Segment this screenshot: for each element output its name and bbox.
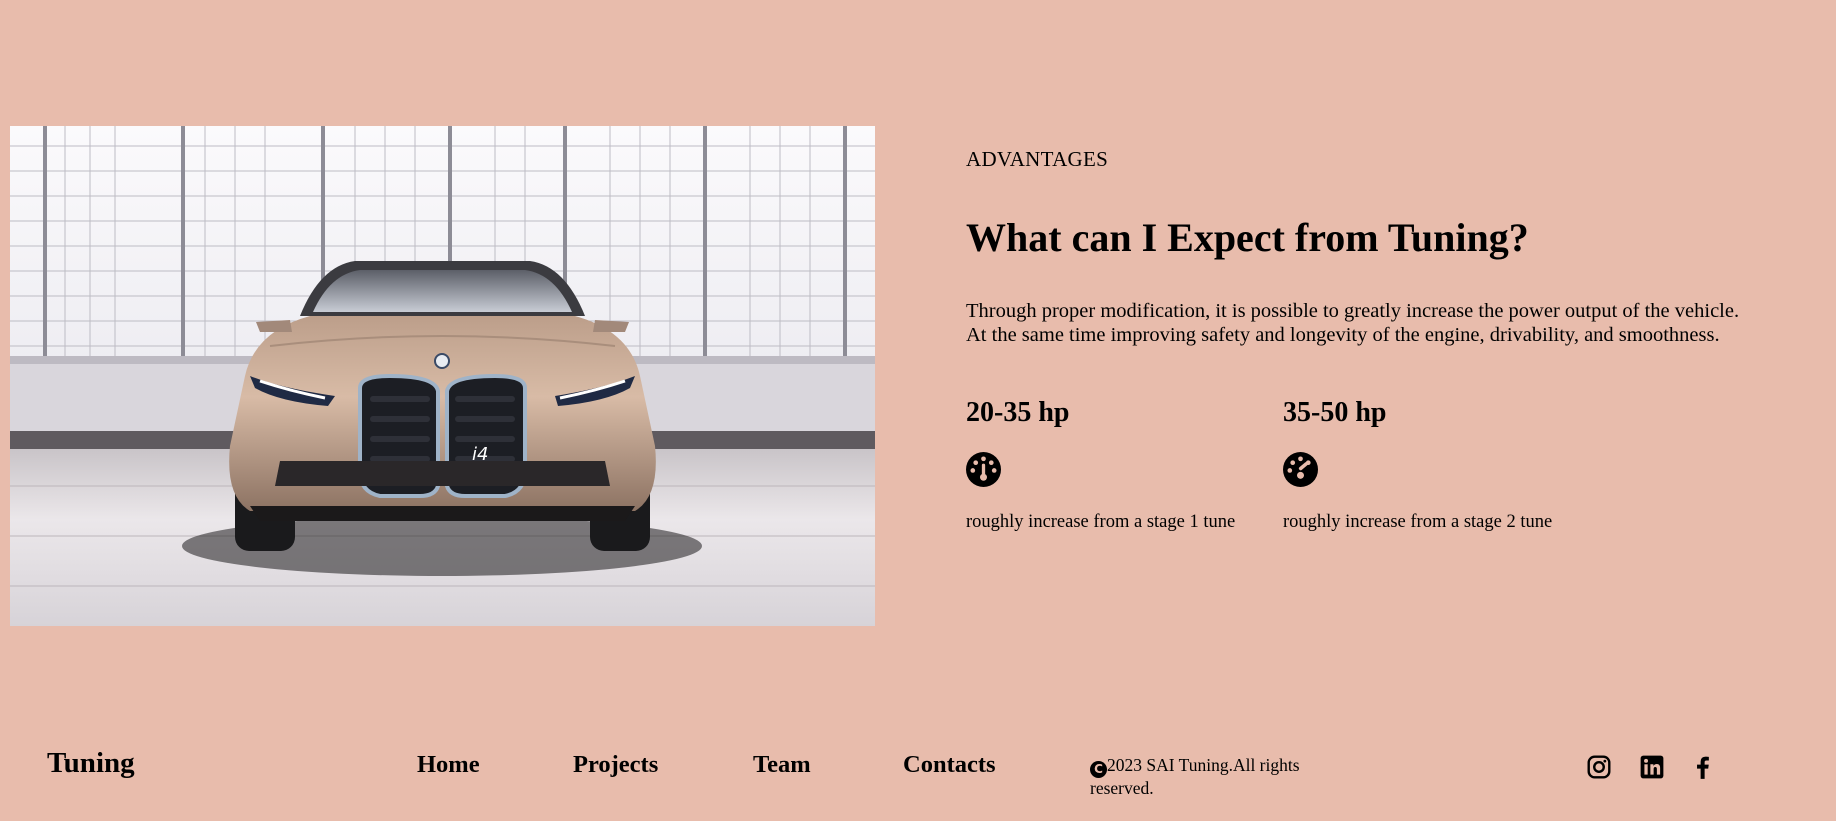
hero-car-image: i4 — [10, 126, 875, 626]
stat-caption: roughly increase from a stage 1 tune — [966, 512, 1236, 532]
stat-caption: roughly increase from a stage 2 tune — [1283, 512, 1553, 532]
speedometer-icon — [1283, 452, 1318, 487]
nav-link-team[interactable]: Team — [753, 750, 811, 780]
nav-link-home[interactable]: Home — [417, 750, 480, 780]
linkedin-icon[interactable] — [1639, 754, 1665, 780]
stats-row: 20-35 hp roughly increase from a stage 1… — [966, 396, 1686, 536]
site-footer: Tuning Home Projects Team Contacts C 2023… — [0, 730, 1836, 821]
copyright-notice: C 2023 SAI Tuning.All rights reserved. — [1090, 755, 1330, 799]
section-eyebrow: ADVANTAGES — [966, 147, 1109, 171]
section-heading: What can I Expect from Tuning? — [966, 215, 1529, 260]
facebook-icon[interactable] — [1690, 754, 1716, 780]
copyright-icon: C — [1090, 761, 1107, 778]
nav-link-contacts[interactable]: Contacts — [903, 750, 996, 780]
nav-link-projects[interactable]: Projects — [573, 750, 658, 780]
copyright-text: 2023 SAI Tuning.All rights reserved. — [1090, 755, 1300, 798]
stat-stage-1: 20-35 hp roughly increase from a stage 1… — [966, 396, 1266, 532]
advantages-section: ADVANTAGES What can I Expect from Tuning… — [966, 146, 1806, 532]
speedometer-icon — [966, 452, 1001, 487]
description-line-1: Through proper modification, it is possi… — [966, 300, 1740, 322]
section-description: Through proper modification, it is possi… — [966, 299, 1739, 347]
footer-brand: Tuning — [47, 747, 135, 779]
description-line-2: At the same time improving safety and lo… — [966, 324, 1720, 346]
stat-stage-2: 35-50 hp roughly increase from a stage 2… — [1283, 396, 1583, 532]
instagram-icon[interactable] — [1586, 754, 1612, 780]
stat-value: 35-50 hp — [1283, 397, 1387, 428]
stat-value: 20-35 hp — [966, 397, 1070, 428]
